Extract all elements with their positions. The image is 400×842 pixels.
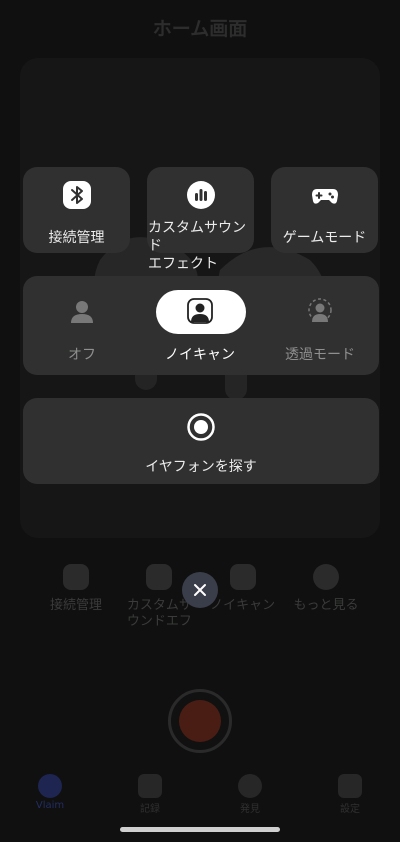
anc-mode-transparency[interactable]: 透過モード [261,276,379,375]
find-earphones-tile[interactable]: イヤフォンを探す [23,398,379,484]
connection-management-tile[interactable]: 接続管理 [23,167,130,253]
record-dot [179,700,221,742]
page-title: ホーム画面 [152,18,248,40]
tab-discover: 発見 [215,768,285,815]
tab-settings: 設定 [315,768,385,815]
person-transparent-icon [308,298,332,322]
bluetooth-icon [63,564,89,590]
close-icon [194,584,206,596]
record-button [168,689,232,753]
tab-vlaim: Vlaim [15,768,85,811]
game-mode-tile[interactable]: ゲームモード [271,167,378,253]
custom-sound-effect-tile[interactable]: カスタムサウンド エフェクト [147,167,254,272]
person-anc-icon [229,564,256,590]
close-panel-button[interactable] [182,572,218,608]
equalizer-icon [146,564,173,590]
waveform-icon [38,774,62,798]
settings-icon [338,774,362,798]
document-icon [138,774,162,798]
person-anc-icon [187,298,213,324]
tab-bar: Vlaim 記録 発見 設定 [0,768,400,820]
noise-control-selector: オフ ノイキャン 透過モード [23,276,379,375]
home-indicator[interactable] [120,827,280,832]
anc-mode-off[interactable]: オフ [23,276,141,375]
more-icon [312,564,339,590]
gamepad-icon [311,189,338,204]
anc-mode-noise-cancel[interactable]: ノイキャン [141,276,259,375]
quick-action-more: もっと見る [286,550,366,650]
person-off-icon [71,301,93,323]
tab-record: 記録 [115,768,185,815]
quick-action-connection: 接続管理 [36,550,116,650]
target-icon [187,413,215,441]
equalizer-icon [186,181,215,209]
compass-icon [238,774,262,798]
bluetooth-icon [62,181,91,209]
